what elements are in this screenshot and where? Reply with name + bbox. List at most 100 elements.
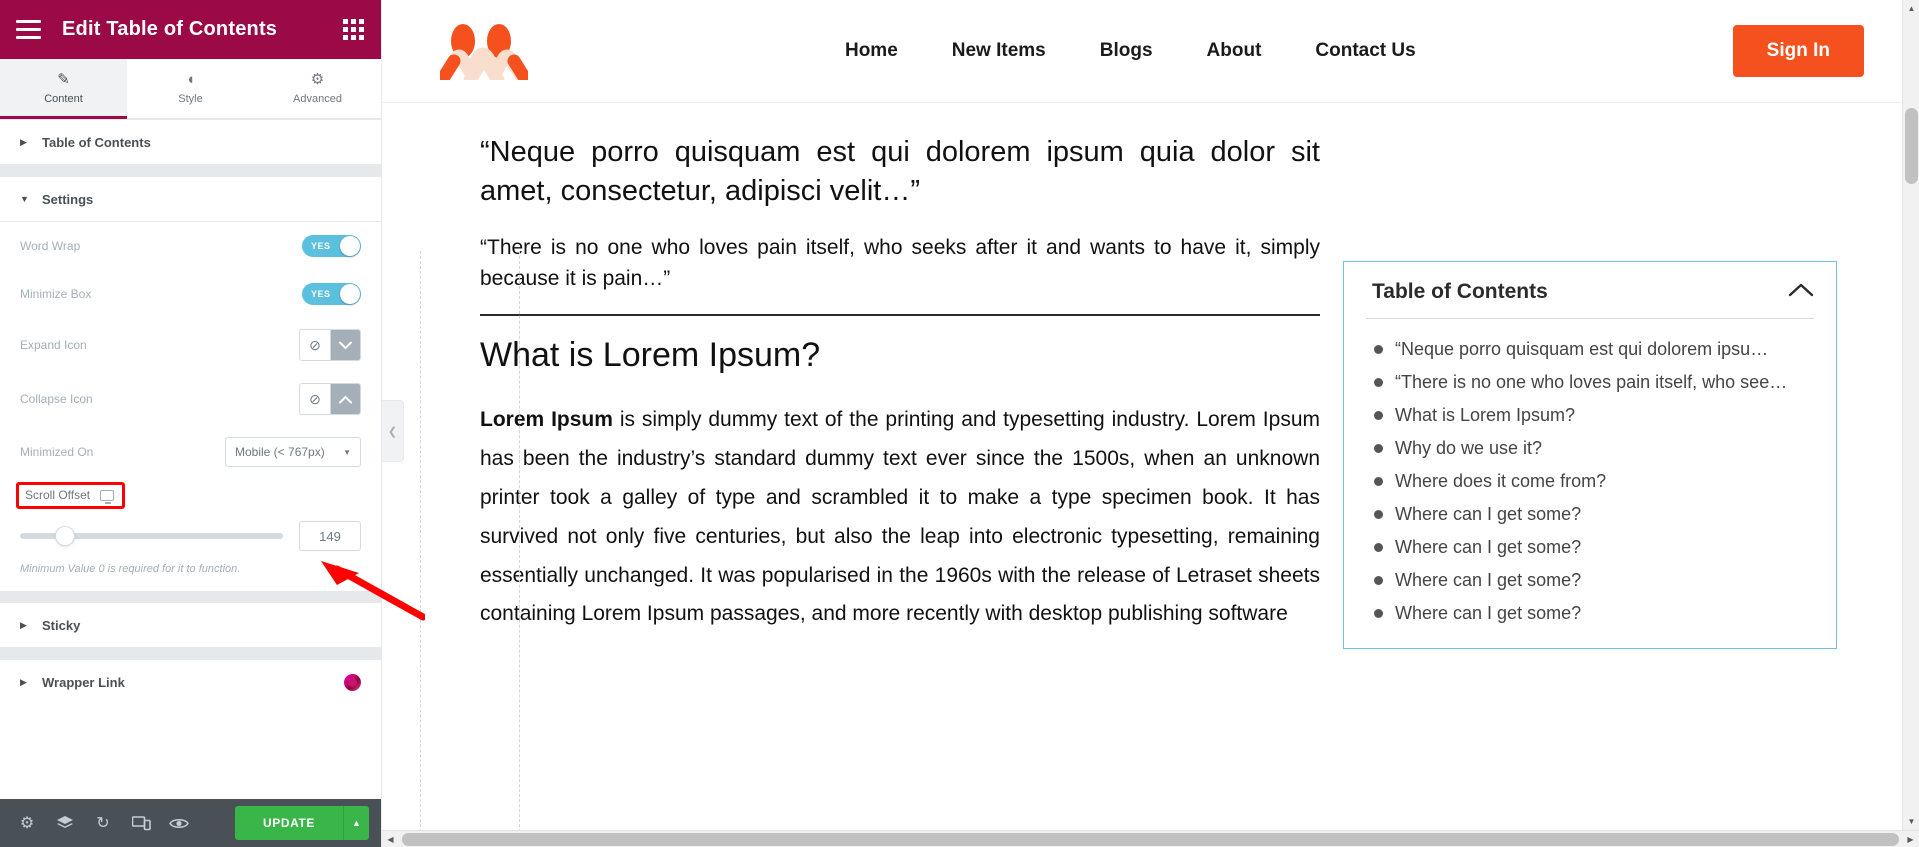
- vertical-scrollbar[interactable]: ▲ ▼: [1902, 0, 1919, 830]
- chevron-down-icon: ▼: [20, 194, 29, 204]
- chevron-down-icon-option[interactable]: [330, 330, 360, 360]
- toc-item-label[interactable]: Where can I get some?: [1395, 567, 1581, 594]
- control-expand-icon: Expand Icon ⊘: [0, 318, 381, 372]
- brand-logo-icon[interactable]: [440, 22, 528, 80]
- panel-tabs: ✎ Content ◖ Style ⚙ Advanced: [0, 59, 381, 119]
- minimized-on-select[interactable]: Mobile (< 767px) ▼: [225, 437, 361, 467]
- no-icon-option[interactable]: ⊘: [300, 384, 330, 414]
- toc-item-label[interactable]: Where can I get some?: [1395, 501, 1581, 528]
- horizontal-scrollbar-thumb[interactable]: [402, 833, 1899, 846]
- chevron-right-icon: ▶: [20, 677, 27, 687]
- panel-collapse-handle[interactable]: ❮: [382, 400, 404, 462]
- collapse-icon-label: Collapse Icon: [20, 392, 93, 406]
- article-paragraph: Lorem Ipsum is simply dummy text of the …: [480, 401, 1320, 634]
- article-divider: [480, 314, 1320, 317]
- site-preview: Home New Items Blogs About Contact Us Si…: [382, 0, 1919, 847]
- preview-canvas: “Neque porro quisquam est qui dolorem ip…: [382, 103, 1919, 847]
- nav-item-new-items[interactable]: New Items: [952, 40, 1046, 62]
- section-divider: [0, 165, 381, 176]
- chevron-up-icon-option[interactable]: [330, 384, 360, 414]
- section-settings-label: Settings: [42, 191, 94, 207]
- expand-icon-label: Expand Icon: [20, 338, 87, 352]
- scroll-up-arrow-icon[interactable]: ▲: [1903, 0, 1919, 17]
- scroll-left-arrow-icon[interactable]: ◀: [382, 831, 399, 847]
- tab-advanced[interactable]: ⚙ Advanced: [254, 59, 381, 118]
- nav-item-about[interactable]: About: [1207, 40, 1262, 62]
- article-paragraph-text: is simply dummy text of the printing and…: [480, 408, 1320, 626]
- article-heading: What is Lorem Ipsum?: [480, 336, 821, 375]
- elementor-editor-window: Edit Table of Contents ✎ Content ◖ Style…: [0, 0, 1919, 847]
- site-nav: Home New Items Blogs About Contact Us: [528, 40, 1733, 62]
- minimize-box-switch-value: YES: [311, 289, 331, 299]
- tab-style-label: Style: [178, 93, 203, 105]
- bullet-icon: [1374, 411, 1383, 420]
- section-wrapper-link[interactable]: ▶ Wrapper Link: [0, 659, 381, 705]
- section-wrapper-link-label: Wrapper Link: [42, 675, 125, 690]
- chevron-up-icon[interactable]: [1788, 281, 1814, 303]
- no-icon-option[interactable]: ⊘: [300, 330, 330, 360]
- control-scroll-offset: Scroll Offset: [0, 478, 381, 509]
- nav-item-blogs[interactable]: Blogs: [1100, 40, 1153, 62]
- section-sticky[interactable]: ▶ Sticky: [0, 602, 381, 648]
- section-settings[interactable]: ▼ Settings: [0, 176, 381, 222]
- chevron-right-icon: ▶: [20, 136, 27, 147]
- panel-title: Edit Table of Contents: [62, 18, 278, 40]
- toc-item-label[interactable]: Where does it come from?: [1395, 468, 1606, 495]
- toc-list-item[interactable]: “There is no one who loves pain itself, …: [1374, 366, 1814, 399]
- toc-list-item[interactable]: Where can I get some?: [1374, 531, 1814, 564]
- toc-list-item[interactable]: Where can I get some?: [1374, 597, 1814, 630]
- toc-item-label[interactable]: Where can I get some?: [1395, 534, 1581, 561]
- nav-item-home[interactable]: Home: [845, 40, 898, 62]
- vertical-scrollbar-thumb[interactable]: [1905, 108, 1918, 184]
- scroll-down-arrow-icon[interactable]: ▼: [1903, 813, 1919, 830]
- minimized-on-value: Mobile (< 767px): [235, 445, 325, 459]
- toc-list-item[interactable]: Where does it come from?: [1374, 465, 1814, 498]
- toc-list-item[interactable]: What is Lorem Ipsum?: [1374, 399, 1814, 432]
- column-outline: [420, 251, 520, 847]
- control-minimize-box: Minimize Box YES: [0, 270, 381, 318]
- toc-list-item[interactable]: Where can I get some?: [1374, 498, 1814, 531]
- bullet-icon: [1374, 609, 1383, 618]
- chevron-right-icon: ▶: [20, 619, 27, 630]
- gear-icon[interactable]: ⚙: [8, 799, 46, 847]
- layers-icon[interactable]: [46, 799, 84, 847]
- toc-item-label[interactable]: Where can I get some?: [1395, 600, 1581, 627]
- toc-list-item[interactable]: “Neque porro quisquam est qui dolorem ip…: [1374, 333, 1814, 366]
- desktop-monitor-icon[interactable]: [100, 489, 115, 504]
- toc-item-label[interactable]: “Neque porro quisquam est qui dolorem ip…: [1395, 336, 1768, 363]
- update-button[interactable]: UPDATE: [234, 806, 343, 840]
- history-icon[interactable]: ↻: [84, 799, 122, 847]
- word-wrap-switch[interactable]: YES: [302, 235, 361, 257]
- update-options-chevron-up-icon[interactable]: ▲: [343, 806, 369, 840]
- control-word-wrap: Word Wrap YES: [0, 222, 381, 270]
- slider-handle[interactable]: [55, 527, 74, 545]
- nav-item-contact-us[interactable]: Contact Us: [1315, 40, 1415, 62]
- table-of-contents-widget[interactable]: Table of Contents “Neque porro quisquam …: [1343, 261, 1837, 649]
- hamburger-menu-icon[interactable]: [0, 0, 56, 59]
- bullet-icon: [1374, 378, 1383, 387]
- collapse-icon-choices: ⊘: [299, 383, 361, 415]
- tab-content[interactable]: ✎ Content: [0, 59, 127, 119]
- toc-item-label[interactable]: Why do we use it?: [1395, 435, 1542, 462]
- toc-list-item[interactable]: Where can I get some?: [1374, 564, 1814, 597]
- bullet-icon: [1374, 510, 1383, 519]
- tab-style[interactable]: ◖ Style: [127, 59, 254, 118]
- scroll-offset-input[interactable]: 149: [299, 521, 361, 551]
- minimize-box-switch[interactable]: YES: [302, 283, 361, 305]
- bullet-icon: [1374, 345, 1383, 354]
- scroll-right-arrow-icon[interactable]: ▶: [1902, 831, 1919, 847]
- responsive-mode-icon[interactable]: [122, 799, 160, 847]
- scroll-offset-value: 149: [319, 528, 341, 544]
- toc-item-label[interactable]: What is Lorem Ipsum?: [1395, 402, 1575, 429]
- toc-item-label[interactable]: “There is no one who loves pain itself, …: [1395, 369, 1787, 396]
- control-collapse-icon: Collapse Icon ⊘: [0, 372, 381, 426]
- eye-preview-icon[interactable]: [160, 799, 198, 847]
- sign-in-button[interactable]: Sign In: [1732, 25, 1864, 77]
- scroll-offset-slider-row: 149: [0, 509, 381, 551]
- grid-apps-icon[interactable]: [325, 0, 381, 59]
- article-quote-1: “Neque porro quisquam est qui dolorem ip…: [480, 136, 1320, 208]
- horizontal-scrollbar[interactable]: ◀ ▶: [382, 830, 1919, 847]
- scroll-offset-slider[interactable]: [20, 527, 283, 545]
- toc-list-item[interactable]: Why do we use it?: [1374, 432, 1814, 465]
- section-table-of-contents[interactable]: ▶ Table of Contents: [0, 119, 381, 165]
